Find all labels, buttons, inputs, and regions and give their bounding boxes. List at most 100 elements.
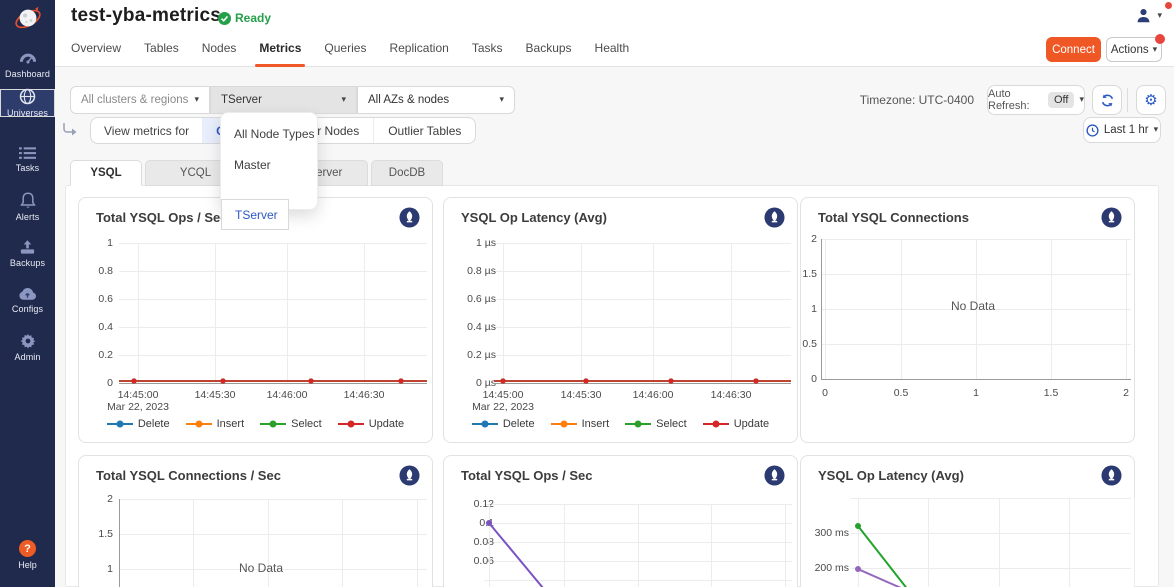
legend-swatch: [472, 423, 498, 425]
configs-icon: [18, 287, 37, 301]
legend-label: Delete: [503, 418, 535, 430]
sidebar-item-configs[interactable]: Configs: [0, 277, 55, 324]
legend-item-insert[interactable]: Insert: [186, 418, 245, 430]
dropdown-option-master[interactable]: Master: [221, 149, 317, 180]
legend-item-insert[interactable]: Insert: [551, 418, 610, 430]
status-badge: Ready: [218, 11, 271, 25]
gridline: [364, 243, 365, 383]
sidebar-item-tasks[interactable]: Tasks: [0, 136, 55, 183]
metric-tab-docdb[interactable]: DocDB: [371, 160, 443, 186]
sidebar-item-help[interactable]: ? Help: [0, 540, 55, 570]
node-type-value: TServer: [221, 94, 262, 106]
sidebar-item-backups[interactable]: Backups: [0, 230, 55, 277]
y-tick-label: 200 ms: [815, 562, 849, 574]
x-axis: [119, 383, 427, 384]
dashboard-icon: [19, 52, 37, 66]
yugabyte-chart-icon[interactable]: [1101, 465, 1122, 486]
gridline: [494, 355, 791, 356]
tab-replication[interactable]: Replication: [389, 36, 448, 67]
view-option-outlier-tables[interactable]: Outlier Tables: [373, 118, 475, 143]
x-axis-date-label: Mar 22, 2023: [472, 401, 534, 413]
user-menu[interactable]: ▾: [1135, 7, 1162, 24]
cluster-region-select[interactable]: All clusters & regions ▾: [70, 86, 210, 114]
tab-health[interactable]: Health: [595, 36, 630, 67]
gridline: [999, 498, 1000, 587]
az-node-select[interactable]: All AZs & nodes ▾: [357, 86, 515, 114]
check-circle-icon: [218, 12, 231, 25]
sidebar-item-universes[interactable]: Universes: [0, 89, 55, 117]
sidebar: DashboardUniverses Tasks Alerts BackupsConf…: [0, 0, 55, 587]
tab-overview[interactable]: Overview: [71, 36, 121, 67]
actions-label: Actions: [1111, 44, 1149, 56]
chevron-down-icon: ▾: [499, 95, 504, 105]
connect-button[interactable]: Connect: [1046, 37, 1101, 62]
x-tick-label: 14:45:30: [195, 389, 236, 401]
gridline: [494, 299, 791, 300]
legend-item-delete[interactable]: Delete: [472, 418, 535, 430]
legend-label: Update: [369, 418, 404, 430]
universe-nav-tabs: Overview Tables Nodes Metrics Queries Replica…: [71, 36, 629, 67]
y-tick-label: 0 µs: [476, 377, 496, 389]
time-range-value: Last 1 hr: [1104, 124, 1149, 136]
yugabyte-chart-icon[interactable]: [1101, 207, 1122, 228]
tab-tasks[interactable]: Tasks: [472, 36, 503, 67]
y-tick-label: 0.5: [802, 338, 817, 350]
auto-refresh-control[interactable]: Auto Refresh: Off ▾: [987, 85, 1085, 115]
time-range-button[interactable]: Last 1 hr ▾: [1083, 117, 1161, 143]
dropdown-option-tserver[interactable]: TServer: [221, 199, 289, 230]
gridline: [711, 504, 712, 587]
legend-swatch: [186, 423, 212, 425]
y-tick-label: 1: [107, 563, 113, 575]
no-data-label: No Data: [951, 299, 995, 313]
refresh-button[interactable]: [1092, 85, 1122, 115]
yugabyte-chart-icon[interactable]: [399, 207, 420, 228]
gridline: [1126, 239, 1127, 379]
dropdown-option-all-node-types[interactable]: All Node Types: [221, 118, 317, 149]
gridline: [119, 243, 427, 244]
legend-item-update[interactable]: Update: [338, 418, 404, 430]
metric-tab-ysql[interactable]: YSQL: [70, 160, 142, 186]
tab-metrics[interactable]: Metrics: [259, 36, 301, 67]
notification-dot: [1155, 34, 1165, 44]
legend-label: Select: [291, 418, 322, 430]
gridline: [653, 243, 654, 383]
sidebar-item-admin[interactable]: Admin: [0, 324, 55, 371]
yugabyte-chart-icon[interactable]: [764, 207, 785, 228]
y-tick-label: 1: [811, 303, 817, 315]
tab-tables[interactable]: Tables: [144, 36, 179, 67]
y-tick-label: 2: [107, 493, 113, 505]
tasks-icon: [19, 146, 36, 160]
tab-backups[interactable]: Backups: [526, 36, 572, 67]
y-tick-label: 2: [811, 233, 817, 245]
yugabyte-chart-icon[interactable]: [399, 465, 420, 486]
metrics-settings-button[interactable]: ⚙: [1136, 85, 1166, 115]
user-icon: [1135, 7, 1152, 24]
legend-item-select[interactable]: Select: [625, 418, 687, 430]
legend-item-select[interactable]: Select: [260, 418, 322, 430]
legend-item-delete[interactable]: Delete: [107, 418, 170, 430]
gridline: [851, 498, 1131, 499]
yugabyte-chart-icon[interactable]: [764, 465, 785, 486]
chart-legend: Delete Insert Select Update: [444, 418, 797, 430]
yugabyte-logo-icon[interactable]: [0, 0, 55, 38]
admin-icon: [20, 333, 36, 349]
legend-label: Insert: [217, 418, 245, 430]
tab-nodes[interactable]: Nodes: [202, 36, 237, 67]
x-tick-label: 0: [822, 387, 828, 399]
divider: [1127, 88, 1128, 112]
actions-button[interactable]: Actions ▾: [1106, 37, 1162, 62]
auto-refresh-value: Off: [1048, 92, 1074, 108]
gridline: [119, 499, 427, 500]
sidebar-item-alerts[interactable]: Alerts: [0, 183, 55, 230]
sidebar-item-dashboard[interactable]: Dashboard: [0, 42, 55, 89]
legend-label: Insert: [582, 418, 610, 430]
chart-card-0: Total YSQL Ops / Sec10.80.60.40.2014:45:…: [78, 197, 433, 443]
gridline: [825, 239, 826, 379]
gridline: [342, 499, 343, 587]
sidebar-item-label: Alerts: [16, 212, 40, 222]
node-type-select[interactable]: TServer ▾: [210, 86, 357, 114]
legend-item-update[interactable]: Update: [703, 418, 769, 430]
tab-queries[interactable]: Queries: [324, 36, 366, 67]
no-data-label: No Data: [239, 561, 283, 575]
gridline: [564, 504, 565, 587]
